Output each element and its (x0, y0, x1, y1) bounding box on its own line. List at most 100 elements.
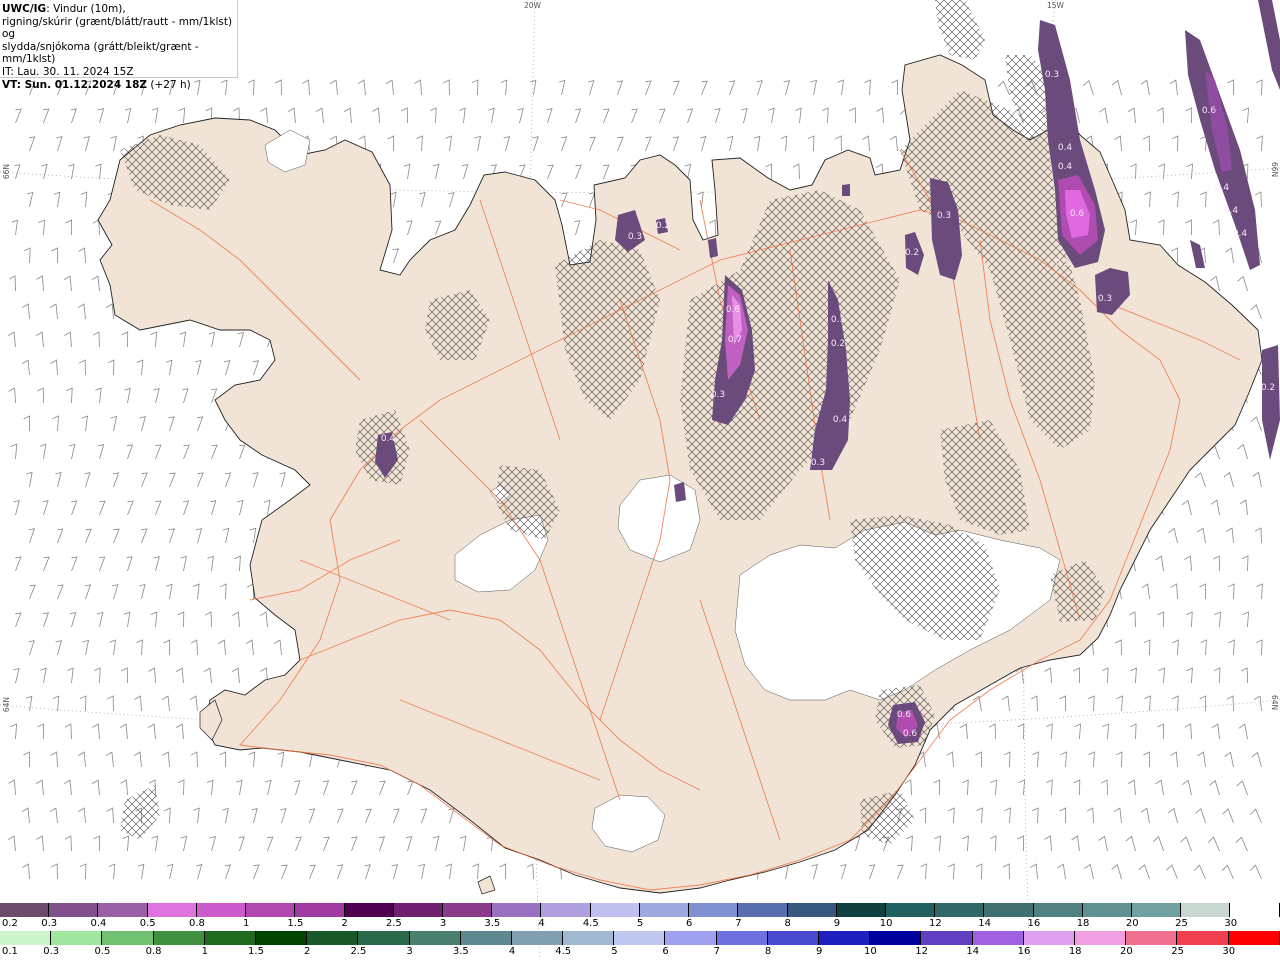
scale-swatch (255, 931, 308, 945)
scale-swatch (935, 903, 985, 917)
wind-barb (163, 639, 171, 656)
wind-barb (920, 863, 927, 880)
wind-barb (948, 807, 955, 824)
wind-barb (1115, 639, 1122, 656)
wind-barb (155, 444, 162, 460)
wind-barb (245, 639, 254, 656)
wind-barb (177, 779, 185, 796)
precip-label: 0.6 (1070, 209, 1085, 219)
wind-barb (139, 583, 146, 600)
wind-barb (1129, 163, 1137, 180)
land-isle-south (477, 875, 496, 895)
wind-barb (63, 275, 72, 292)
scale-label: 2 (341, 918, 348, 929)
wind-barb (1251, 751, 1262, 768)
scale-label: 16 (1017, 946, 1031, 957)
scale-swatch (1126, 931, 1178, 945)
wind-barb (247, 79, 255, 96)
wind-barb (49, 303, 58, 320)
wind-barb (42, 500, 49, 516)
wind-barb (1253, 695, 1262, 712)
wind-barb (1044, 835, 1052, 852)
precip-label: 0.3 (1098, 294, 1112, 304)
scale-label: 0.2 (2, 918, 18, 929)
wind-barb (783, 79, 790, 96)
wind-barb (645, 136, 652, 152)
wind-barb (603, 108, 610, 124)
precip-label: 0.4 (1224, 206, 1239, 216)
wind-barb (1186, 611, 1193, 628)
wind-barb (13, 667, 20, 684)
wind-barb (26, 191, 34, 208)
wind-barb (414, 79, 422, 96)
wind-barb (165, 359, 173, 376)
wind-barb (1130, 219, 1137, 236)
wind-barb (197, 472, 204, 488)
wind-barb (112, 472, 120, 488)
wind-barb (253, 864, 260, 880)
wind-barb (357, 79, 366, 96)
wind-barb (406, 220, 413, 236)
scale-label: 7 (735, 918, 742, 929)
wind-barb (92, 219, 100, 236)
wind-barb (1140, 79, 1150, 96)
wind-barb (709, 219, 716, 236)
wind-barb (194, 359, 202, 376)
wind-barb (14, 164, 21, 180)
wind-barb (934, 835, 941, 852)
wind-barb (588, 192, 596, 208)
wind-barb (10, 443, 18, 460)
wind-barb (726, 135, 734, 152)
wind-barb (780, 135, 788, 152)
wind-barb (175, 667, 184, 684)
scale-label: 0.4 (90, 918, 107, 929)
wind-barb (35, 331, 44, 348)
scale-label: 6 (662, 946, 669, 957)
grid-label-64n-right: 64N (1270, 695, 1279, 711)
wind-barb (179, 331, 187, 348)
wind-barb (962, 835, 969, 852)
wind-barb (729, 80, 736, 96)
wind-barb (1156, 107, 1164, 124)
wind-barb (92, 723, 100, 740)
wind-barb (526, 863, 534, 880)
wind-barb (1082, 80, 1094, 96)
wind-barb (1250, 304, 1262, 320)
wind-barb (28, 640, 35, 656)
scale-label: 30 (1222, 946, 1236, 957)
scale-swatch (153, 931, 205, 945)
wind-barb (1224, 751, 1234, 768)
wind-barb (1186, 667, 1193, 684)
wind-barb (11, 219, 18, 236)
wind-barb (224, 864, 232, 880)
wind-barb (1242, 611, 1249, 628)
wind-barb (486, 835, 494, 852)
wind-barb (322, 780, 330, 796)
wind-barb (151, 107, 159, 124)
wind-barb (96, 611, 104, 628)
wind-barb (445, 863, 452, 880)
wind-barb (419, 191, 426, 208)
wind-barb (252, 472, 259, 488)
wind-barb (379, 780, 386, 796)
wind-barb (976, 807, 983, 824)
wind-barb (28, 528, 35, 544)
precip-label: 0.3 (1055, 258, 1069, 268)
scale-label: 16 (1027, 918, 1041, 929)
wind-barb (190, 751, 198, 768)
wind-barb (1180, 836, 1192, 852)
wind-barb (42, 612, 50, 628)
wind-barb (162, 751, 170, 768)
wind-barb (55, 471, 62, 488)
wind-barb (1236, 780, 1248, 796)
scale-label: 3 (439, 918, 447, 929)
wind-barb (50, 359, 58, 376)
wind-barb (1168, 527, 1178, 544)
wind-barb (315, 107, 324, 124)
scale-swatch (511, 931, 564, 945)
wind-barb (15, 556, 22, 572)
wind-barb (8, 387, 16, 404)
wind-barb (323, 836, 330, 852)
precip-label: 0.3 (937, 211, 951, 221)
wind-barb (837, 79, 844, 96)
